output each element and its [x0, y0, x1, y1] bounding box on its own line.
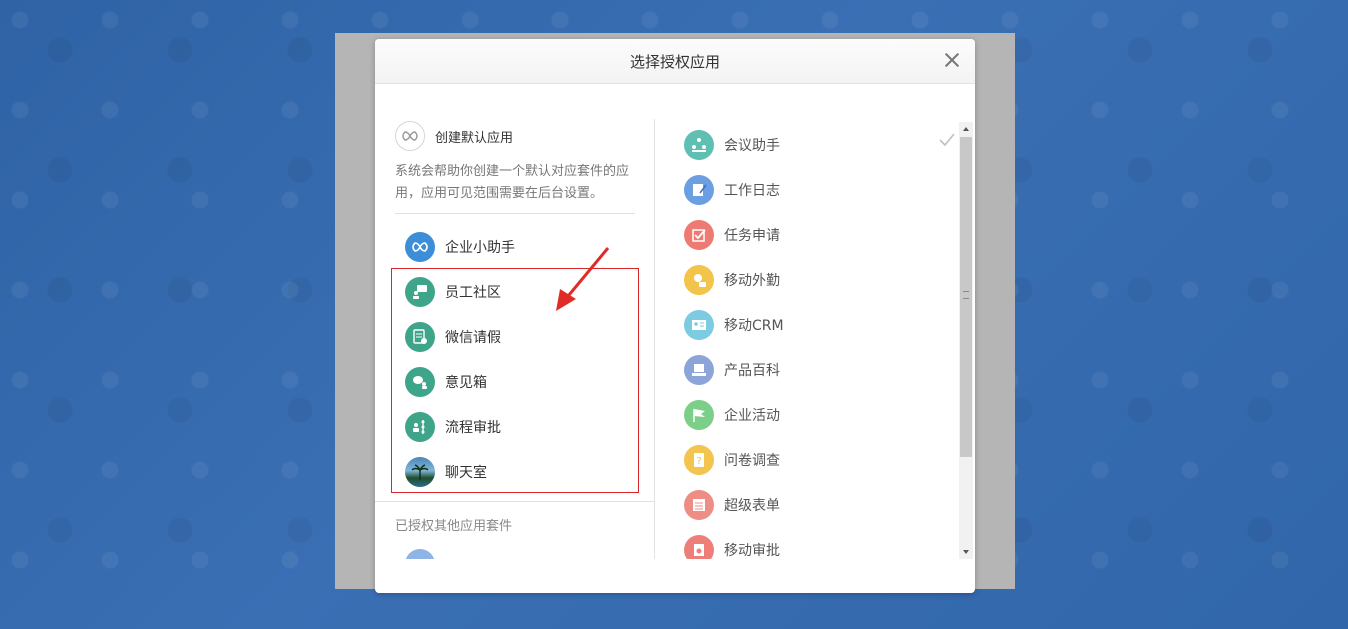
app-label: 移动外勤 — [724, 272, 780, 289]
product-icon — [684, 354, 714, 385]
meeting-icon — [684, 129, 714, 160]
app-label: 企业活动 — [724, 407, 780, 424]
scrollbar[interactable] — [959, 122, 973, 559]
dialog-title: 选择授权应用 — [629, 53, 720, 71]
suite-icon — [405, 549, 435, 559]
location-icon — [684, 264, 714, 295]
default-app-section: 创建默认应用 系统会帮助你创建一个默认对应套件的应用，应用可见范围需要在后台设置… — [395, 119, 635, 214]
list-item[interactable]: 移动外勤 — [684, 257, 954, 302]
create-default-app-label: 创建默认应用 — [435, 130, 514, 146]
other-suites-title: 已授权其他应用套件 — [395, 519, 513, 534]
column-divider — [654, 119, 655, 559]
select-authorized-app-dialog: 选择授权应用 创建默认应用 系统会帮助你创建一个默认对应套件的应用，应用可见范围… — [375, 39, 975, 593]
task-check-icon — [684, 219, 714, 250]
list-item[interactable]: 会议助手 — [684, 122, 954, 167]
checkmark-icon — [938, 131, 956, 149]
flag-icon — [684, 399, 714, 430]
red-arrow-icon — [556, 247, 610, 311]
svg-text:?: ? — [696, 456, 701, 467]
create-default-app-option[interactable]: 创建默认应用 — [395, 119, 633, 153]
infinity-icon — [405, 231, 435, 262]
scroll-thumb[interactable] — [960, 137, 972, 457]
app-label: 任务申请 — [724, 227, 780, 244]
app-label: 会议助手 — [724, 137, 780, 154]
questionnaire-icon: ? — [684, 444, 714, 475]
approval-icon — [684, 534, 714, 559]
close-icon[interactable] — [941, 49, 963, 71]
app-label: 问卷调查 — [724, 452, 780, 469]
scroll-down-arrow-icon[interactable] — [959, 545, 973, 559]
list-item[interactable]: ? 问卷调查 — [684, 437, 954, 482]
infinity-icon — [395, 121, 425, 151]
app-label: 企业小助手 — [445, 239, 515, 256]
divider — [395, 213, 635, 214]
list-item[interactable]: 移动审批 — [684, 527, 954, 559]
log-icon — [684, 174, 714, 205]
list-item[interactable]: 移动CRM — [684, 302, 954, 347]
app-label: 产品百科 — [724, 362, 780, 379]
right-app-list: 会议助手 工作日志 任务申请 移动外勤 移动CRM 产品百科 企业活动 ? 问卷… — [684, 122, 954, 559]
app-label: 移动CRM — [724, 317, 784, 334]
list-item[interactable]: 工作日志 — [684, 167, 954, 212]
list-item[interactable]: 企业活动 — [684, 392, 954, 437]
crm-card-icon — [684, 309, 714, 340]
divider — [375, 501, 654, 502]
app-label: 超级表单 — [724, 497, 780, 514]
form-icon — [684, 489, 714, 520]
list-item[interactable]: 任务申请 — [684, 212, 954, 257]
list-item[interactable]: 超级表单 — [684, 482, 954, 527]
app-label: 移动审批 — [724, 542, 780, 559]
list-item[interactable]: 产品百科 — [684, 347, 954, 392]
scroll-up-arrow-icon[interactable] — [959, 122, 973, 136]
dialog-header: 选择授权应用 — [375, 39, 975, 84]
app-label: 工作日志 — [724, 182, 780, 199]
default-app-description: 系统会帮助你创建一个默认对应套件的应用，应用可见范围需要在后台设置。 — [395, 164, 630, 201]
